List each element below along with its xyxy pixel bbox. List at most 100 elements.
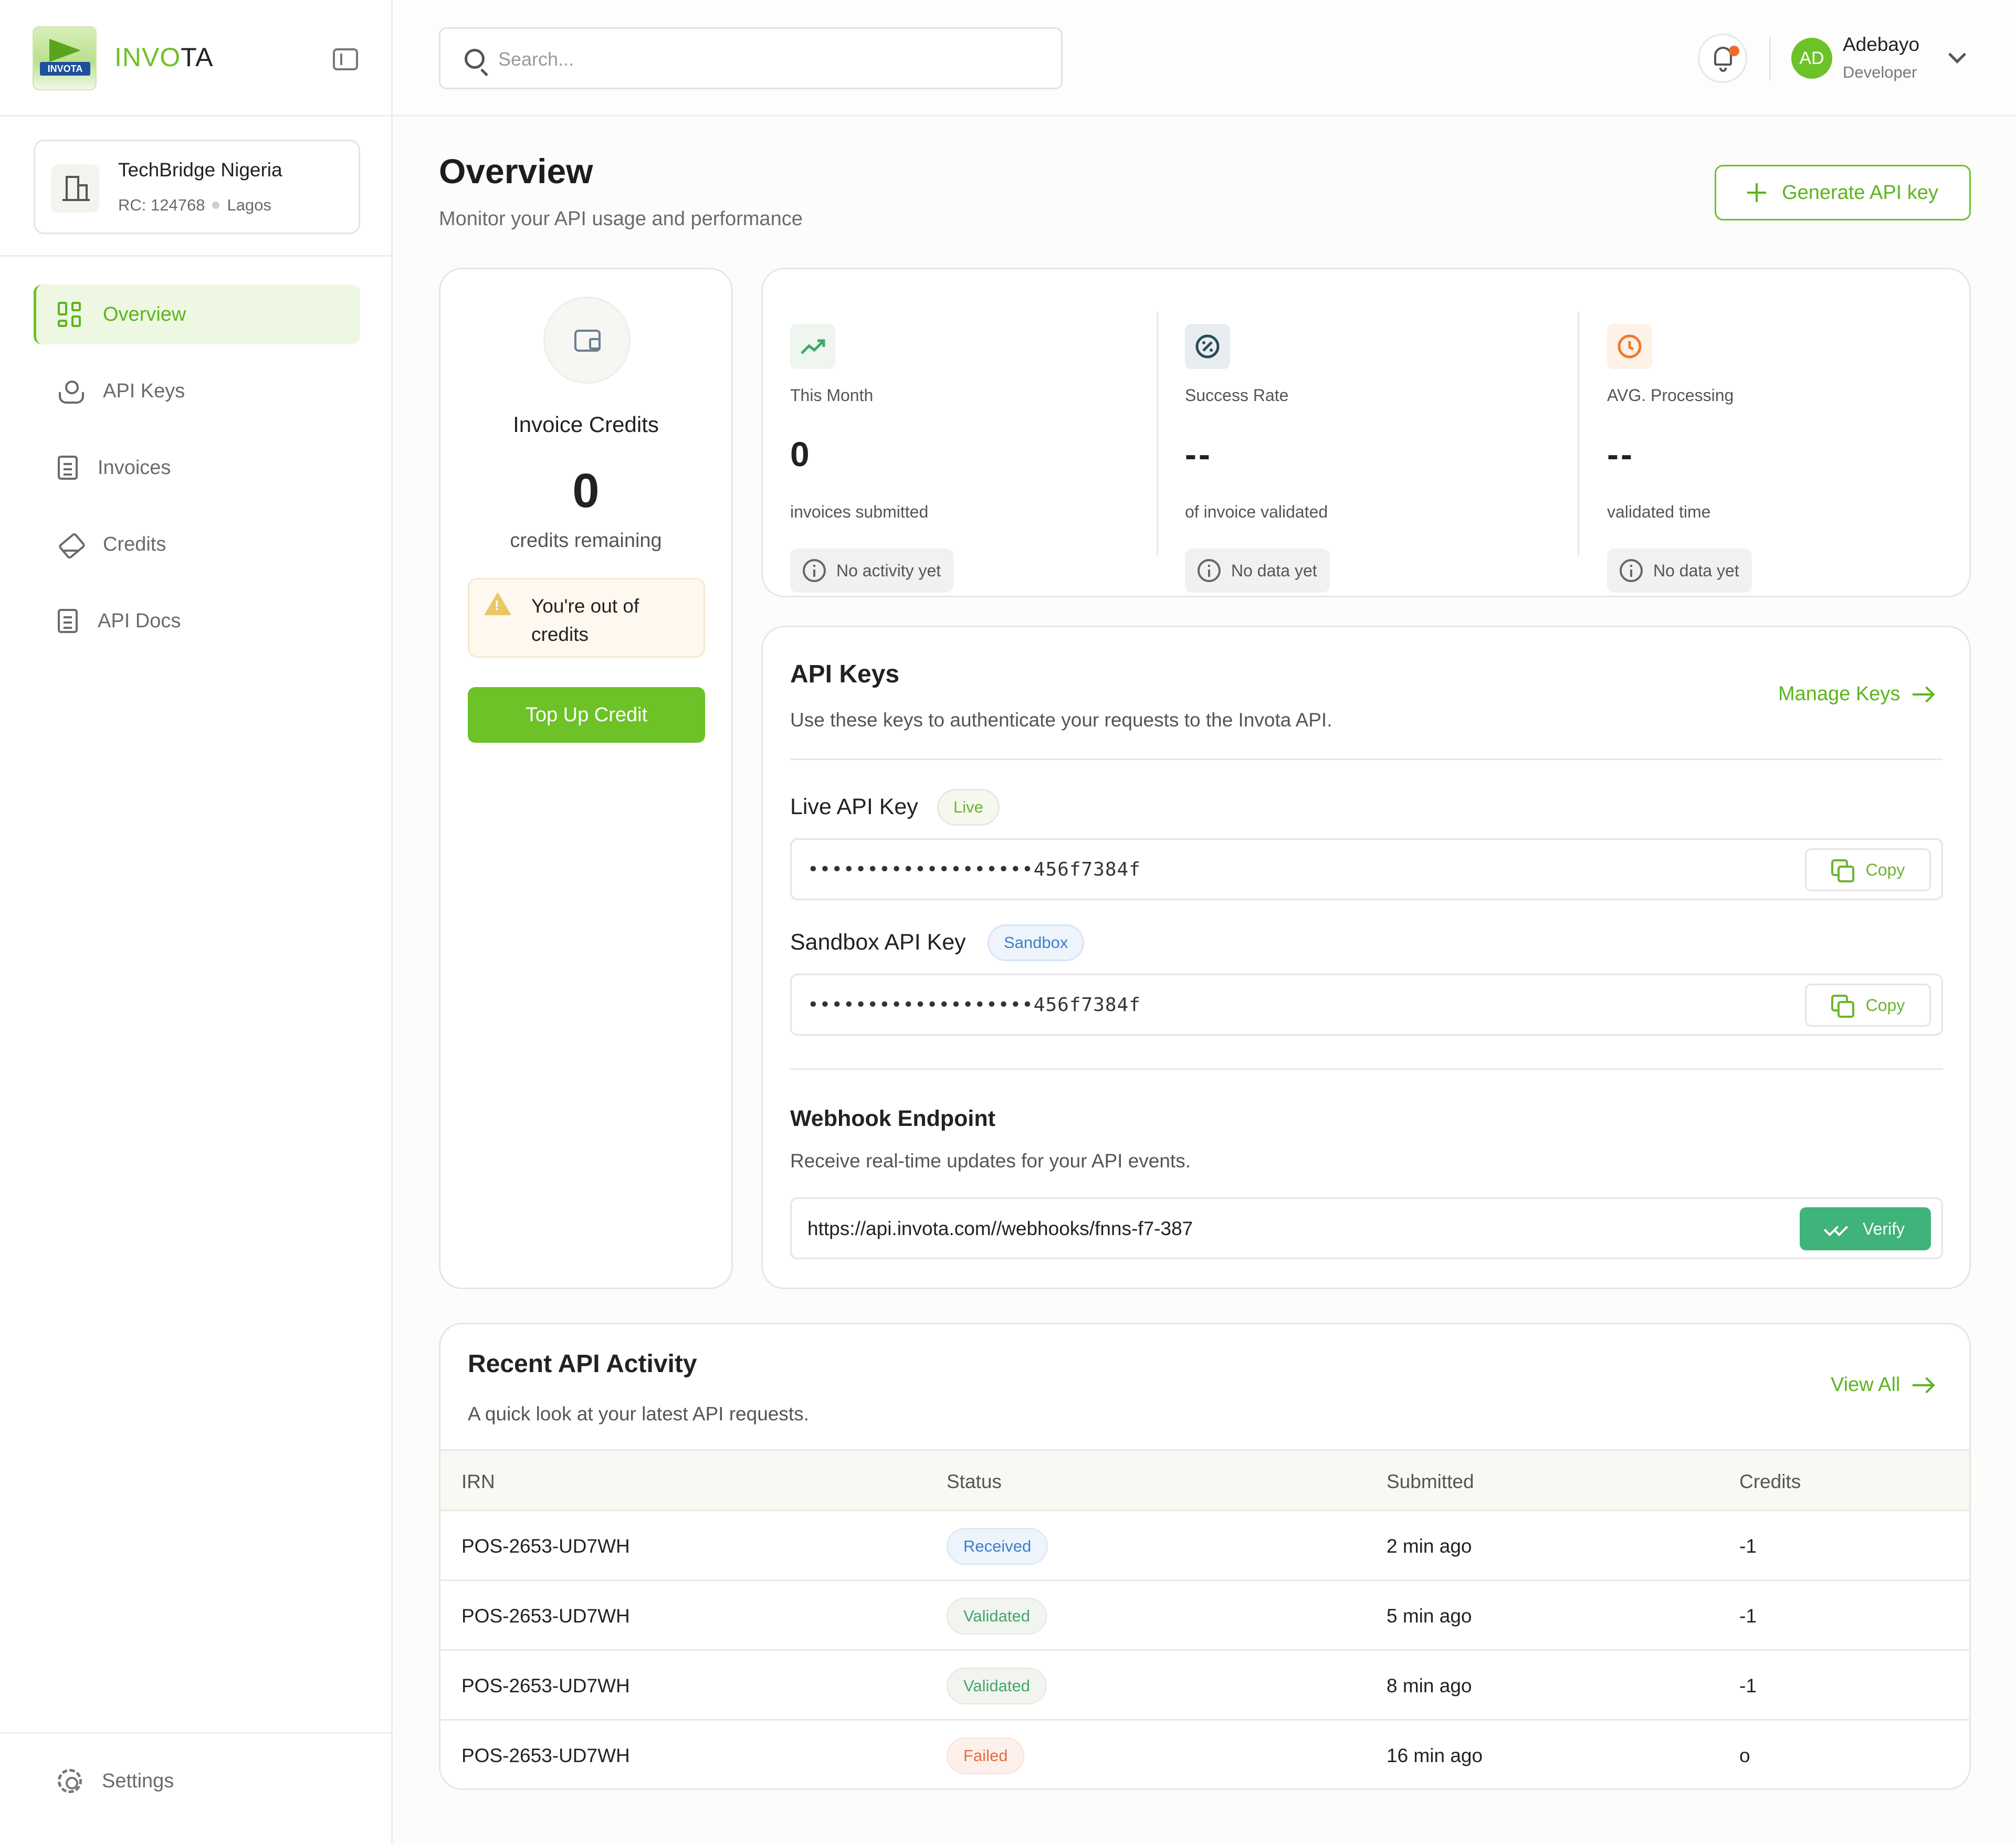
organization-meta: RC: 124768 Lagos — [118, 196, 271, 215]
organization-card[interactable]: TechBridge Nigeria RC: 124768 Lagos — [34, 140, 360, 234]
info-icon — [1198, 559, 1221, 582]
column-header-credits: Credits — [1739, 1471, 1801, 1492]
credits-title: Invoice Credits — [513, 412, 659, 437]
cell-credits: -1 — [1739, 1535, 1757, 1557]
view-all-link[interactable]: View All — [1831, 1374, 1932, 1396]
copy-icon — [1831, 859, 1854, 882]
arrow-right-icon — [1913, 1384, 1932, 1386]
cell-credits: o — [1739, 1745, 1750, 1766]
verify-webhook-button[interactable]: Verify — [1800, 1207, 1931, 1250]
status-badge: Received — [947, 1528, 1048, 1565]
credits-label: credits remaining — [510, 530, 662, 552]
notification-dot — [1729, 46, 1739, 56]
dashboard-grid-icon — [58, 302, 83, 327]
stat-label: AVG. Processing — [1607, 386, 1734, 405]
manage-keys-link[interactable]: Manage Keys — [1778, 683, 1932, 705]
sidebar-item-invoices[interactable]: Invoices — [34, 438, 360, 498]
copy-sandbox-key-button[interactable]: Copy — [1805, 984, 1931, 1027]
document-icon — [58, 609, 78, 633]
api-keys-title: API Keys — [790, 660, 900, 688]
stat-value: -- — [1607, 435, 1634, 473]
sidebar-item-label: Overview — [103, 303, 186, 325]
usage-stats-card: This Month 0 invoices submitted No activ… — [761, 268, 1971, 597]
alert-text: You're out of credits — [531, 595, 639, 645]
percent-badge-icon — [1185, 324, 1230, 369]
page-subtitle: Monitor your API usage and performance — [439, 208, 803, 230]
stat-pill-text: No data yet — [1231, 561, 1317, 580]
table-row[interactable]: POS-2653-UD7WH Validated 8 min ago -1 — [440, 1651, 1969, 1721]
table-row[interactable]: POS-2653-UD7WH Received 2 min ago -1 — [440, 1511, 1969, 1581]
live-key-value: •••••••••••••••••••456f7384f — [807, 859, 1141, 880]
sandbox-key-field: •••••••••••••••••••456f7384f Copy — [790, 974, 1943, 1036]
clock-icon — [1607, 324, 1652, 369]
stat-status-pill: No data yet — [1607, 549, 1752, 593]
sidebar: INVOTA INVOTA TechBridge Nigeria RC: 124… — [0, 0, 393, 1844]
building-icon — [51, 164, 99, 213]
separator-dot — [212, 201, 220, 209]
table-row[interactable]: POS-2653-UD7WH Failed 16 min ago o — [440, 1721, 1969, 1788]
cell-credits: -1 — [1739, 1675, 1757, 1697]
stat-success-rate: Success Rate -- of invoice validated No … — [1158, 297, 1536, 593]
brand-header: INVOTA INVOTA — [0, 0, 391, 117]
recent-activity-card: Recent API Activity A quick look at your… — [439, 1323, 1971, 1790]
live-key-field: •••••••••••••••••••456f7384f Copy — [790, 838, 1943, 900]
plus-icon — [1747, 183, 1767, 202]
sidebar-item-api-docs[interactable]: API Docs — [34, 591, 360, 651]
sidebar-item-settings[interactable]: Settings — [58, 1769, 174, 1793]
info-icon — [803, 559, 826, 582]
search-box[interactable] — [439, 27, 1063, 89]
cell-irn: POS-2653-UD7WH — [461, 1535, 630, 1557]
table-row[interactable]: POS-2653-UD7WH Validated 5 min ago -1 — [440, 1581, 1969, 1651]
top-bar: AD Adebayo Developer — [393, 0, 2016, 117]
divider — [1769, 37, 1771, 81]
cell-submitted: 16 min ago — [1387, 1745, 1483, 1766]
divider — [790, 758, 1943, 760]
invota-logo[interactable]: INVOTA — [33, 26, 97, 90]
stat-pill-text: No data yet — [1653, 561, 1739, 580]
divider — [1578, 311, 1579, 556]
stat-avg-processing: AVG. Processing -- validated time No dat… — [1580, 297, 1958, 593]
sidebar-item-credits[interactable]: Credits — [34, 514, 360, 574]
stat-value: 0 — [790, 435, 812, 473]
wallet-icon — [543, 297, 631, 384]
organization-name: TechBridge Nigeria — [118, 159, 282, 181]
organization-rc: RC: 124768 — [118, 196, 205, 214]
activity-table: IRN Status Submitted Credits POS-2653-UD… — [440, 1449, 1969, 1788]
sidebar-item-label: API Docs — [98, 609, 181, 632]
notification-button[interactable] — [1698, 34, 1747, 83]
sidebar-item-label: Credits — [103, 533, 166, 555]
user-role: Developer — [1843, 63, 1917, 81]
sidebar-item-label: Settings — [102, 1769, 174, 1792]
sidebar-item-overview[interactable]: Overview — [34, 284, 360, 344]
status-badge: Validated — [947, 1598, 1047, 1635]
info-icon — [1620, 559, 1643, 582]
chevron-down-icon[interactable] — [1948, 46, 1966, 64]
search-input[interactable] — [498, 44, 1044, 75]
receipt-icon — [58, 456, 78, 480]
user-name[interactable]: Adebayo — [1843, 34, 1919, 56]
view-all-label: View All — [1831, 1374, 1900, 1396]
gear-icon — [58, 1769, 82, 1793]
organization-location: Lagos — [227, 196, 271, 214]
cell-submitted: 8 min ago — [1387, 1675, 1472, 1697]
logo-text: INVOTA — [40, 62, 90, 76]
sidebar-item-label: Invoices — [98, 456, 171, 479]
webhook-url-field[interactable]: https://api.invota.com//webhooks/fnns-f7… — [790, 1197, 1943, 1259]
search-icon — [465, 49, 485, 69]
credits-value: 0 — [572, 464, 600, 518]
column-header-status: Status — [947, 1471, 1002, 1492]
top-up-credit-button[interactable]: Top Up Credit — [468, 687, 705, 743]
sidebar-item-api-keys[interactable]: API Keys — [34, 361, 360, 421]
tag-icon — [58, 532, 83, 557]
sidebar-toggle-icon[interactable] — [333, 48, 358, 70]
cell-irn: POS-2653-UD7WH — [461, 1745, 630, 1766]
copy-live-key-button[interactable]: Copy — [1805, 848, 1931, 891]
stat-pill-text: No activity yet — [836, 561, 941, 580]
avatar[interactable]: AD — [1791, 38, 1832, 79]
generate-api-key-button[interactable]: Generate API key — [1715, 165, 1971, 220]
webhook-url[interactable]: https://api.invota.com//webhooks/fnns-f7… — [807, 1218, 1193, 1240]
page-title: Overview — [439, 152, 593, 191]
manage-keys-label: Manage Keys — [1778, 683, 1900, 705]
verify-label: Verify — [1862, 1219, 1905, 1238]
status-badge: Failed — [947, 1737, 1025, 1774]
